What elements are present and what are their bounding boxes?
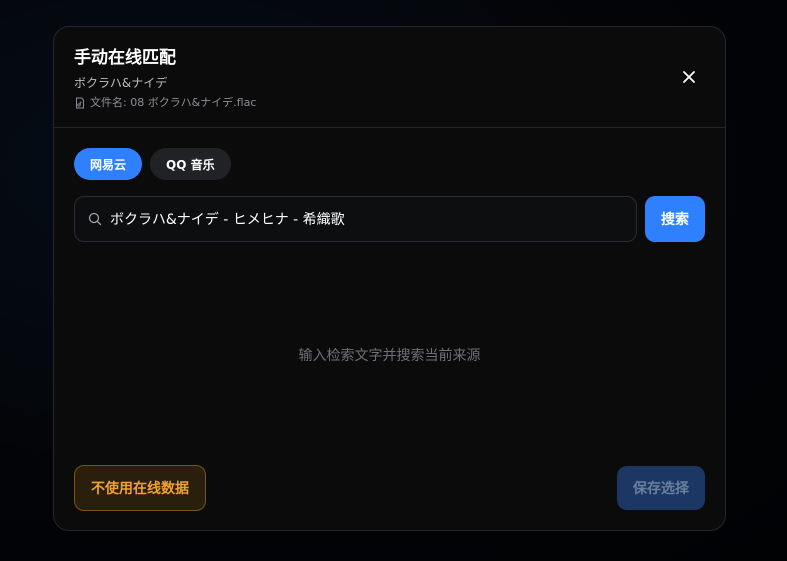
search-icon	[88, 212, 102, 226]
tab-qq-music[interactable]: QQ 音乐	[150, 148, 231, 180]
close-button[interactable]	[679, 67, 699, 87]
search-input[interactable]	[110, 197, 636, 241]
close-icon	[683, 71, 695, 83]
file-icon	[76, 97, 84, 109]
manual-match-dialog: 手动在线匹配 ボクラハ&ナイデ 文件名: 08 ボクラハ&ナイデ.flac 网易…	[53, 26, 726, 531]
dialog-title: 手动在线匹配	[74, 48, 176, 68]
empty-state-message: 输入检索文字并搜索当前来源	[298, 348, 481, 364]
skip-online-data-button[interactable]: 不使用在线数据	[74, 465, 206, 511]
search-row: 搜索	[74, 196, 705, 242]
track-title: ボクラハ&ナイデ	[74, 76, 168, 90]
file-name-row: 文件名: 08 ボクラハ&ナイデ.flac	[74, 95, 725, 111]
dialog-header: 手动在线匹配 ボクラハ&ナイデ 文件名: 08 ボクラハ&ナイデ.flac	[54, 27, 725, 128]
file-name: 文件名: 08 ボクラハ&ナイデ.flac	[90, 96, 257, 109]
search-button[interactable]: 搜索	[645, 196, 705, 242]
save-selection-button[interactable]: 保存选择	[617, 466, 705, 510]
tab-netease[interactable]: 网易云	[74, 148, 143, 180]
source-tabs: 网易云 QQ 音乐	[74, 148, 231, 180]
search-box[interactable]	[74, 196, 637, 242]
